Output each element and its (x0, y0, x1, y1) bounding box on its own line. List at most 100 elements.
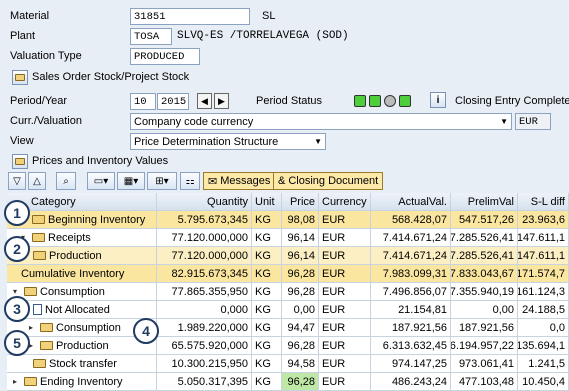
sales-order-stock-label: Sales Order Stock/Project Stock (32, 71, 190, 83)
column-header-sl-diff[interactable]: S-L diff (518, 193, 569, 211)
print-icon[interactable]: ▭▾ (87, 172, 115, 190)
category-label: Production (56, 339, 109, 352)
plant-field[interactable]: TOSA (130, 28, 172, 45)
hierarchy-icon[interactable]: ⚏ (180, 172, 200, 190)
table-row[interactable]: ▸ Production 65.575.920,000 KG 96,28 EUR 6.313… (7, 337, 569, 355)
previous-period-icon[interactable]: ◀ (197, 93, 212, 109)
cell-pre: 0,00 (451, 301, 518, 319)
cell-cur: EUR (319, 247, 371, 265)
currency-valuation-dropdown[interactable]: Company code currency ▼ (130, 113, 512, 130)
expand-all-icon[interactable]: ▽ (8, 172, 26, 190)
currency-valuation-value: Company code currency (134, 115, 254, 128)
view-dropdown[interactable]: Price Determination Structure ▼ (130, 133, 326, 150)
cell-qty: 5.050.317,395 (157, 373, 252, 391)
column-header-category[interactable]: Category (7, 193, 157, 211)
closing-document-button[interactable]: & Closing Document (273, 172, 384, 190)
cell-act: 7.414.671,24 (371, 229, 451, 247)
cell-act: 568.428,07 (371, 211, 451, 229)
cell-diff: 147.611,1 (518, 247, 569, 265)
cell-unit: KG (252, 373, 282, 391)
column-header-prelim-value[interactable]: PrelimVal (451, 193, 518, 211)
category-label: Consumption (40, 285, 105, 298)
table-row[interactable]: Cumulative Inventory 82.915.673,345 KG 96,2… (7, 265, 569, 283)
status-light-icon (399, 95, 411, 107)
table-row[interactable]: Production 77.120.000,000 KG 96,14 EUR 7.414.… (7, 247, 569, 265)
period-status-label: Period Status (256, 95, 323, 107)
category-label: Cumulative Inventory (21, 267, 125, 280)
cell-unit: KG (252, 229, 282, 247)
cell-pre: 7.355.940,19 (451, 283, 518, 301)
cell-diff: 10.450,4 (518, 373, 569, 391)
cell-qty: 77.120.000,000 (157, 247, 252, 265)
closing-document-label: Closing Document (288, 175, 379, 187)
cell-cur: EUR (319, 355, 371, 373)
callout-badge: 4 (133, 318, 159, 344)
collapse-arrow-icon[interactable]: ▸ (13, 377, 21, 386)
table-row[interactable]: ▾ Consumption 77.865.355,950 KG 96,28 EUR 7.49… (7, 283, 569, 301)
chevron-down-icon: ▼ (500, 117, 508, 126)
info-icon[interactable]: i (430, 92, 446, 108)
messages-button[interactable]: ✉ Messages (203, 172, 276, 190)
messages-icon: ✉ (208, 175, 218, 188)
category-label: Stock transfer (49, 357, 117, 370)
valuation-type-field[interactable]: PRODUCED (130, 48, 200, 65)
column-header-actual-value[interactable]: ActualVal. (371, 193, 451, 211)
cell-pre: 187.921,56 (451, 319, 518, 337)
callout-badge: 3 (4, 296, 30, 322)
next-period-icon[interactable]: ▶ (214, 93, 229, 109)
expand-arrow-icon[interactable]: ▾ (13, 287, 21, 296)
table-row[interactable]: Stock transfer 10.300.215,950 KG 94,58 EUR 97… (7, 355, 569, 373)
cell-diff: 23.963,6 (518, 211, 569, 229)
cell-diff: 161.124,3 (518, 283, 569, 301)
cell-pre: 7.285.526,41 (451, 247, 518, 265)
cell-cur: EUR (319, 337, 371, 355)
cell-price: 96,14 (282, 229, 319, 247)
column-header-price[interactable]: Price (282, 193, 319, 211)
column-header-quantity[interactable]: Quantity (157, 193, 252, 211)
status-light-icon (354, 95, 366, 107)
cell-unit: KG (252, 337, 282, 355)
table-row[interactable]: ▸ Consumption 1.989.220,000 KG 94,47 EUR 187.9… (7, 319, 569, 337)
cell-qty: 65.575.920,000 (157, 337, 252, 355)
cell-qty: 1.989.220,000 (157, 319, 252, 337)
category-label: Beginning Inventory (48, 213, 146, 226)
plant-label: Plant (10, 30, 36, 42)
prices-inventory-button[interactable]: Prices and Inventory Values (8, 152, 172, 170)
cell-cur: EUR (319, 283, 371, 301)
folder-icon (24, 377, 37, 386)
cell-pre: 477.103,48 (451, 373, 518, 391)
cell-cat: Cumulative Inventory (7, 265, 157, 283)
closing-document-icon: & (278, 175, 286, 187)
cell-act: 7.983.099,31 (371, 265, 451, 283)
collapse-arrow-icon[interactable]: ▸ (29, 341, 37, 350)
table-row[interactable]: ▸ Ending Inventory 5.050.317,395 KG 96,28 EUR… (7, 373, 569, 391)
layout-icon[interactable]: ⊞▾ (147, 172, 177, 190)
year-field[interactable]: 2015 (157, 93, 189, 110)
cell-unit: KG (252, 283, 282, 301)
cell-cur: EUR (319, 301, 371, 319)
table-row[interactable]: Not Allocated 0,000 KG 0,00 EUR 21.154,81 0,00… (7, 301, 569, 319)
cell-pre: 6.194.957,22 (451, 337, 518, 355)
column-header-currency[interactable]: Currency (319, 193, 371, 211)
table-row[interactable]: ▸Beginning Inventory5.795.673,345KG98,08… (7, 211, 569, 229)
sales-order-stock-button[interactable]: Sales Order Stock/Project Stock (8, 68, 193, 86)
period-field[interactable]: 10 (130, 93, 156, 110)
cell-act: 7.496.856,07 (371, 283, 451, 301)
cell-price: 94,58 (282, 355, 319, 373)
cell-cur: EUR (319, 373, 371, 391)
cell-qty: 82.915.673,345 (157, 265, 252, 283)
find-icon[interactable]: ⌕ (56, 172, 76, 190)
cell-qty: 10.300.215,950 (157, 355, 252, 373)
cell-unit: KG (252, 301, 282, 319)
cell-price: 94,47 (282, 319, 319, 337)
cell-cat: ▾Receipts (7, 229, 157, 247)
table-row[interactable]: ▾Receipts77.120.000,000KG96,14EUR7.414.6… (7, 229, 569, 247)
cell-act: 486.243,24 (371, 373, 451, 391)
export-icon[interactable]: ▦▾ (117, 172, 145, 190)
prices-inventory-icon (12, 153, 28, 169)
collapse-arrow-icon[interactable]: ▸ (29, 323, 37, 332)
material-field[interactable]: 31851 (130, 8, 250, 25)
column-header-unit[interactable]: Unit (252, 193, 282, 211)
collapse-all-icon[interactable]: △ (28, 172, 46, 190)
cell-unit: KG (252, 319, 282, 337)
